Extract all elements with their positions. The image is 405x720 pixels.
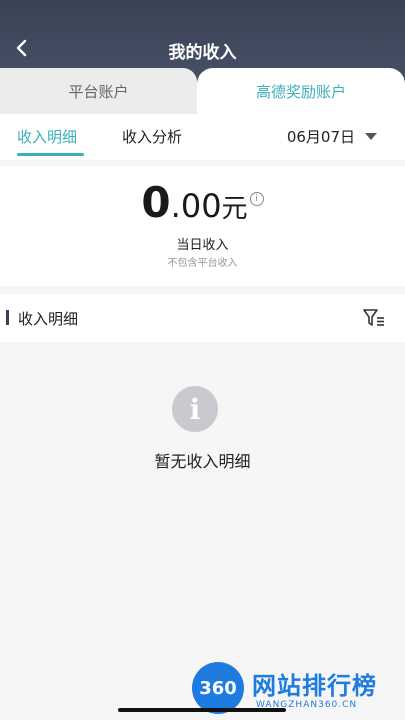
income-amount: 0.00元 i <box>0 178 405 227</box>
home-indicator[interactable] <box>118 708 286 712</box>
account-tabs: 平台账户 高德奖励账户 <box>0 68 405 114</box>
info-icon[interactable]: i <box>249 192 264 206</box>
amount-decimal: .00 <box>170 187 222 225</box>
date-label: 06月07日 <box>286 128 355 146</box>
active-tab-indicator <box>17 153 84 156</box>
detail-section-header: 收入明细 <box>0 294 405 342</box>
page-title: 我的收入 <box>168 43 237 63</box>
caret-down-icon <box>365 133 377 140</box>
tab-platform-account[interactable]: 平台账户 <box>0 68 197 114</box>
filter-icon[interactable] <box>363 308 385 328</box>
date-selector[interactable]: 06月07日 <box>287 126 377 147</box>
day-income-note: 不包含平台收入 <box>167 258 238 269</box>
watermark-badge: 360 <box>192 662 244 714</box>
info-circle-icon: i <box>172 386 218 432</box>
tab-income-detail[interactable]: 收入明细 <box>17 126 77 147</box>
section-title: 收入明细 <box>18 310 79 328</box>
income-summary: 0.00元 i 当日收入 不包含平台收入 <box>0 166 405 286</box>
tab-amap-reward-account[interactable]: 高德奖励账户 <box>197 68 405 114</box>
section-marker <box>6 310 9 325</box>
sub-tabs: 收入明细 收入分析 06月07日 <box>0 114 405 160</box>
day-income-label: 当日收入 <box>176 238 229 253</box>
amount-unit: 元 <box>221 194 248 224</box>
tab-income-analysis[interactable]: 收入分析 <box>122 126 182 147</box>
watermark-title: 网站排行榜 <box>252 672 377 700</box>
amount-integer: 0 <box>141 178 171 227</box>
empty-state-text: 暂无收入明细 <box>154 452 251 471</box>
